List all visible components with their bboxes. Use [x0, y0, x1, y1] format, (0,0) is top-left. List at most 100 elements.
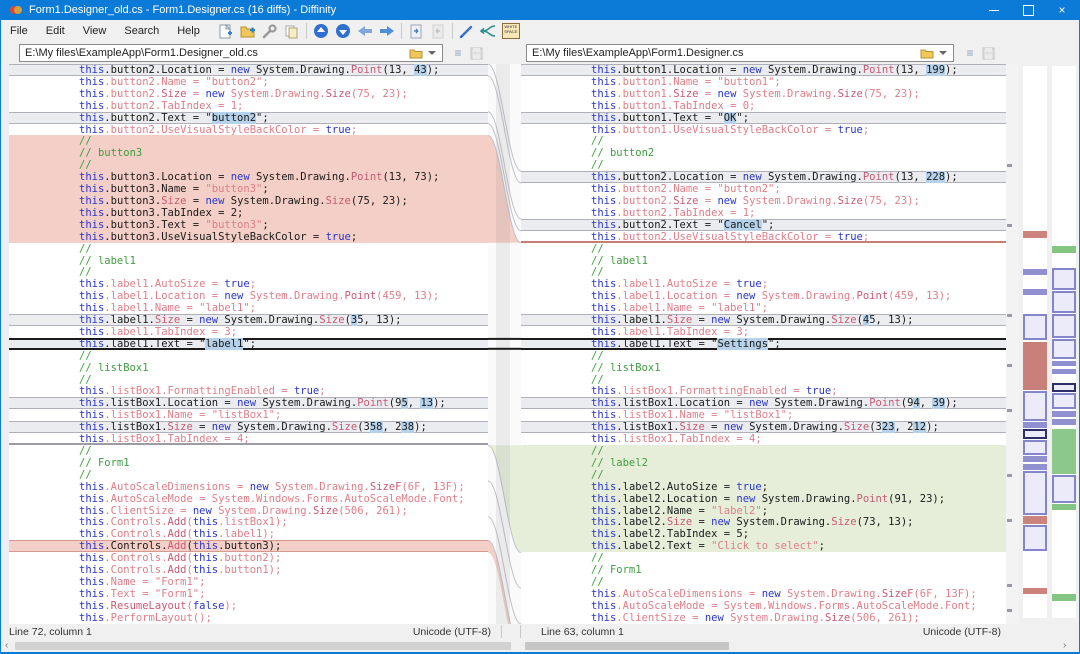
diff-map-segment[interactable] — [1023, 471, 1047, 515]
code-line: // button3 — [9, 147, 488, 159]
right-hscroll-right-arrow-icon[interactable]: › — [1063, 640, 1066, 651]
diff-map-segment[interactable] — [1052, 393, 1076, 409]
diff-map-segment[interactable] — [1023, 289, 1047, 295]
diff-map-segment[interactable] — [1023, 588, 1047, 594]
open-files-button[interactable] — [237, 21, 259, 41]
left-hscroll-left-arrow-icon[interactable]: ‹ — [5, 640, 8, 651]
navigate-right-button[interactable] — [376, 21, 398, 41]
copy-icon[interactable] — [281, 21, 303, 41]
code-line: // — [521, 552, 1006, 564]
next-diff-button[interactable] — [332, 21, 354, 41]
code-line: this.button2.Text = "button2"; — [9, 112, 488, 124]
right-hscroll-thumb[interactable] — [525, 642, 729, 650]
diff-map-segment[interactable] — [1023, 440, 1047, 455]
code-line: this.button1.Location = new System.Drawi… — [521, 64, 1006, 76]
left-pane[interactable]: this.button2.Location = new System.Drawi… — [9, 64, 488, 624]
left-folder-icon[interactable] — [409, 48, 423, 59]
window-title: Form1.Designer_old.cs - Form1.Designer.c… — [29, 4, 336, 16]
diff-map-segment[interactable] — [1052, 504, 1076, 510]
left-hscroll-thumb[interactable] — [15, 642, 511, 650]
code-line: this.button2.UseVisualStyleBackColor = t… — [521, 231, 1006, 243]
diff-map-segment[interactable] — [1052, 383, 1076, 392]
edit-mode-pencil-icon[interactable] — [456, 21, 478, 41]
code-line: this.ResumeLayout(false); — [9, 600, 488, 612]
status-bar: Line 72, column 1 Unicode (UTF-8) Line 6… — [1, 624, 1079, 640]
right-path-dropdown-icon[interactable] — [939, 51, 947, 55]
menu-search[interactable]: Search — [115, 22, 168, 40]
left-line-list-icon[interactable]: ≡ — [449, 45, 467, 61]
code-line: this.button2.Text = "Cancel"; — [521, 219, 1006, 231]
right-file-path-input[interactable] — [526, 44, 954, 62]
diff-map-segment[interactable] — [1023, 464, 1047, 470]
menu-edit[interactable]: Edit — [37, 22, 74, 40]
code-line: this.listBox1.Location = new System.Draw… — [9, 397, 488, 409]
code-line: // — [521, 576, 1006, 588]
right-caret-position: Line 63, column 1 — [541, 626, 624, 638]
copy-file-to-right-button[interactable] — [405, 21, 427, 41]
left-save-icon[interactable] — [467, 45, 485, 61]
diff-map-segment[interactable] — [1052, 361, 1076, 366]
navigate-left-button[interactable] — [354, 21, 376, 41]
whitespace-toggle-button[interactable]: WHITE SPACE — [500, 21, 522, 41]
settings-wrench-icon[interactable] — [259, 21, 281, 41]
right-line-list-icon[interactable]: ≡ — [961, 45, 979, 61]
scrollbar-diff-tick — [1007, 409, 1012, 412]
minimize-button[interactable] — [977, 0, 1011, 20]
right-encoding: Unicode (UTF-8) — [923, 626, 1001, 638]
diff-map-right[interactable] — [1052, 66, 1076, 618]
maximize-button[interactable] — [1011, 0, 1045, 20]
diff-map-segment[interactable] — [1023, 314, 1047, 340]
code-line: this.AutoScaleMode = System.Windows.Form… — [521, 600, 1006, 612]
code-line: this.label1.AutoSize = true; — [9, 278, 488, 290]
code-line: // — [9, 243, 488, 255]
menu-view[interactable]: View — [74, 22, 116, 40]
diff-map-segment[interactable] — [1023, 516, 1047, 524]
left-path-dropdown-icon[interactable] — [428, 51, 436, 55]
code-line: this.label1.Location = new System.Drawin… — [9, 290, 488, 302]
diff-map-segment[interactable] — [1052, 268, 1076, 290]
code-line: this.label2.Name = "label2"; — [521, 505, 1006, 517]
new-compare-button[interactable] — [215, 21, 237, 41]
diff-map-segment[interactable] — [1023, 231, 1047, 238]
diff-map-segment[interactable] — [1052, 246, 1076, 253]
close-button[interactable]: × — [1045, 0, 1079, 20]
diff-map-segment[interactable] — [1023, 422, 1047, 428]
diff-map-segment[interactable] — [1023, 456, 1047, 462]
vertical-scrollbar[interactable] — [1006, 64, 1019, 624]
diff-map-segment[interactable] — [1023, 391, 1047, 421]
diff-map-segment[interactable] — [1052, 429, 1076, 474]
diff-map-segment[interactable] — [1052, 314, 1076, 338]
menu-help[interactable]: Help — [168, 22, 209, 40]
diff-map-segment[interactable] — [1052, 594, 1076, 601]
diff-map-segment[interactable] — [1052, 291, 1076, 313]
diff-map-left[interactable] — [1023, 66, 1047, 618]
code-line: this.button1.Text = "OK"; — [521, 112, 1006, 124]
merge-view-icon[interactable] — [478, 21, 500, 41]
code-line: this.button1.Size = new System.Drawing.S… — [521, 88, 1006, 100]
code-line: // — [521, 159, 1006, 171]
diff-map-segment[interactable] — [1052, 475, 1076, 503]
diff-map-segment[interactable] — [1023, 342, 1047, 390]
code-line: // — [9, 445, 488, 457]
right-pane[interactable]: this.button1.Location = new System.Drawi… — [521, 64, 1006, 624]
right-folder-icon[interactable] — [920, 48, 934, 59]
diff-map-segment[interactable] — [1052, 369, 1076, 374]
code-line: this.Controls.Add(this.button2); — [9, 552, 488, 564]
diff-map-segment[interactable] — [1052, 411, 1076, 417]
diff-map-segment[interactable] — [1023, 429, 1047, 439]
left-file-path-input[interactable] — [19, 44, 443, 62]
code-line: // — [521, 266, 1006, 278]
diff-map-segment[interactable] — [1052, 419, 1076, 425]
menu-file[interactable]: File — [1, 22, 37, 40]
diff-map-segment[interactable] — [1023, 269, 1047, 275]
code-line: this.label2.Size = new System.Drawing.Si… — [521, 516, 1006, 528]
code-line: this.button2.Size = new System.Drawing.S… — [521, 195, 1006, 207]
copy-file-to-left-button[interactable] — [427, 21, 449, 41]
right-save-icon[interactable] — [979, 45, 997, 61]
previous-diff-button[interactable] — [310, 21, 332, 41]
diffinity-window: Form1.Designer_old.cs - Form1.Designer.c… — [0, 0, 1080, 654]
code-line: this.button3.Location = new System.Drawi… — [9, 171, 488, 183]
diff-map-segment[interactable] — [1023, 525, 1047, 551]
diff-map-segment[interactable] — [1052, 339, 1076, 359]
code-line: this.listBox1.Name = "listBox1"; — [9, 409, 488, 421]
